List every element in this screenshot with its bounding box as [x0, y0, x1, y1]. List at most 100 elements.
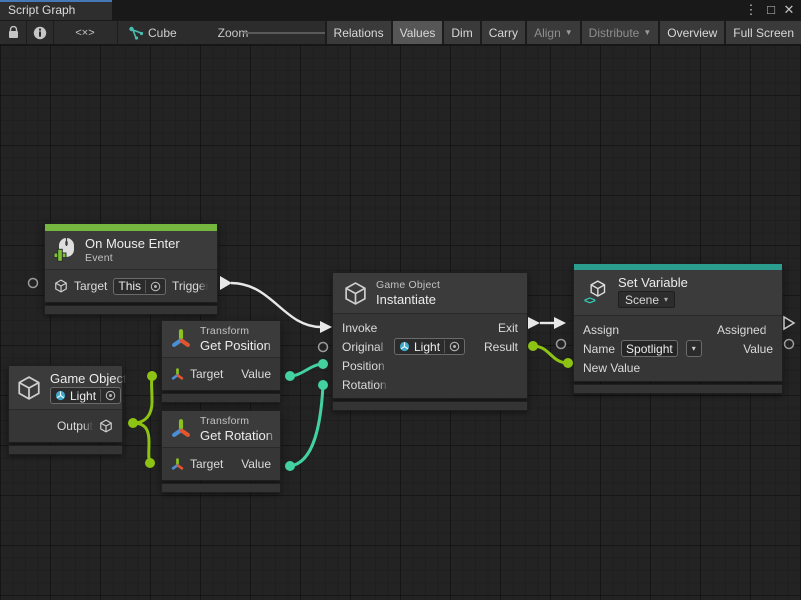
- cube-icon: [343, 281, 368, 306]
- node-game-object[interactable]: Game Object Light: [8, 365, 123, 455]
- tab-strip: Script Graph ⋮ □ ✕: [0, 0, 801, 20]
- transform-icon: [171, 368, 184, 381]
- node-set-variable[interactable]: <> Set Variable Scene ▾ Assign Assigned …: [573, 263, 783, 394]
- chevron-down-icon: ▾: [692, 344, 696, 353]
- new-value-port-label: New Value: [583, 361, 640, 375]
- info-button[interactable]: [27, 21, 53, 44]
- cube-icon: [54, 279, 68, 293]
- target-port-label: Target: [74, 279, 107, 293]
- code-icon: <×>: [75, 27, 94, 39]
- target-port-label: Target: [190, 367, 223, 381]
- position-port-label: Position: [342, 359, 388, 373]
- divider: [444, 340, 445, 353]
- object-picker-icon[interactable]: [105, 390, 116, 401]
- transform-icon: [170, 418, 192, 440]
- event-accent-bar: [45, 224, 217, 231]
- node-category: Game Object: [376, 279, 452, 291]
- script-graph-window: Script Graph ⋮ □ ✕ <×>: [0, 0, 801, 600]
- node-get-rotation[interactable]: Transform Get Rotation Target Value: [161, 410, 281, 493]
- node-footer: [44, 305, 218, 315]
- value-port-label: Value: [241, 457, 271, 471]
- node-get-position[interactable]: Transform Get Position Target Value: [161, 320, 281, 403]
- distribute-label: Distribute: [589, 26, 640, 40]
- exit-port-label: Exit: [498, 321, 518, 335]
- chevron-down-icon: ▾: [664, 295, 668, 304]
- trigger-port-label: Trigger: [172, 279, 208, 293]
- original-port-label: Original: [342, 340, 388, 354]
- node-footer: [332, 401, 528, 411]
- menu-icon[interactable]: ⋮: [741, 0, 761, 20]
- original-field[interactable]: Light: [394, 338, 465, 355]
- node-title: Get Rotation: [200, 428, 276, 443]
- original-field-value: Light: [414, 340, 440, 354]
- close-icon[interactable]: ✕: [779, 0, 799, 20]
- node-category: Transform: [200, 415, 272, 427]
- variable-scope-dropdown[interactable]: Scene ▾: [618, 291, 675, 308]
- mouse-enter-icon: [53, 237, 77, 263]
- node-title: On Mouse Enter: [85, 236, 180, 251]
- rotation-port-label: Rotation: [342, 378, 388, 392]
- invoke-port-label: Invoke: [342, 321, 388, 335]
- output-port-label: Output: [53, 419, 93, 433]
- node-on-mouse-enter[interactable]: On Mouse Enter Event Target This: [44, 223, 218, 315]
- node-subtitle: Event: [85, 252, 180, 264]
- variable-name-value: Spotlight: [626, 342, 673, 356]
- assigned-port-label: Assigned: [717, 323, 773, 337]
- variable-name-dropdown-button[interactable]: ▾: [686, 340, 702, 357]
- distribute-button[interactable]: Distribute ▼: [580, 21, 659, 44]
- node-title: Set Variable: [618, 275, 688, 290]
- variable-name-field[interactable]: Spotlight: [621, 340, 678, 357]
- object-picker-icon[interactable]: [150, 281, 161, 292]
- value-port-label: Value: [241, 367, 271, 381]
- target-field-value: This: [118, 279, 141, 293]
- unity-variable-icon: <>: [584, 279, 610, 305]
- cube-icon: [16, 375, 42, 401]
- node-instantiate[interactable]: Game Object Instantiate Invoke Exit Orig…: [332, 272, 528, 411]
- tab-script-graph[interactable]: Script Graph: [0, 0, 112, 20]
- relations-button[interactable]: Relations: [325, 21, 391, 44]
- toolbar: <×> Cube Zoom 0.9x Relations Values Dim …: [0, 20, 801, 45]
- breadcrumb-graph-name[interactable]: Cube: [148, 21, 188, 44]
- toolbar-buttons: Relations Values Dim Carry Align ▼ Distr…: [325, 21, 801, 44]
- object-picker-icon[interactable]: [449, 341, 460, 352]
- unity-object-icon: [399, 341, 410, 352]
- value-port-label: Value: [743, 342, 773, 356]
- node-footer: [161, 483, 281, 493]
- chevron-down-icon: ▼: [565, 28, 573, 37]
- align-label: Align: [534, 26, 561, 40]
- code-view-button[interactable]: <×>: [54, 21, 116, 44]
- divider: [100, 389, 101, 402]
- name-port-label: Name: [583, 342, 615, 356]
- info-icon: [33, 26, 47, 40]
- unity-object-icon: [55, 390, 66, 401]
- lock-button[interactable]: [0, 21, 26, 44]
- assign-port-label: Assign: [583, 323, 629, 337]
- node-title: Game Object: [50, 371, 126, 386]
- node-category: Transform: [200, 325, 272, 337]
- brackets-icon: <>: [584, 295, 595, 307]
- node-title: Get Position: [200, 338, 276, 353]
- transform-icon: [170, 328, 192, 350]
- target-field[interactable]: This: [113, 278, 166, 295]
- overview-button[interactable]: Overview: [658, 21, 724, 44]
- maximize-icon[interactable]: □: [761, 0, 781, 20]
- game-object-field-value: Light: [70, 389, 96, 403]
- node-footer: [8, 445, 123, 455]
- game-object-field[interactable]: Light: [50, 387, 121, 404]
- align-button[interactable]: Align ▼: [525, 21, 580, 44]
- carry-button[interactable]: Carry: [480, 21, 525, 44]
- lock-icon: [8, 26, 19, 39]
- graph-breadcrumb-icon: [126, 21, 146, 44]
- transform-icon: [171, 458, 184, 471]
- cube-icon: [99, 419, 113, 433]
- result-port-label: Result: [484, 340, 518, 354]
- chevron-down-icon: ▼: [643, 28, 651, 37]
- node-title: Instantiate: [376, 292, 452, 307]
- values-button[interactable]: Values: [391, 21, 443, 44]
- variable-scope-value: Scene: [625, 293, 659, 307]
- separator: [117, 21, 118, 44]
- node-footer: [161, 393, 281, 403]
- dim-button[interactable]: Dim: [442, 21, 479, 44]
- node-footer: [573, 384, 783, 394]
- full-screen-button[interactable]: Full Screen: [724, 21, 801, 44]
